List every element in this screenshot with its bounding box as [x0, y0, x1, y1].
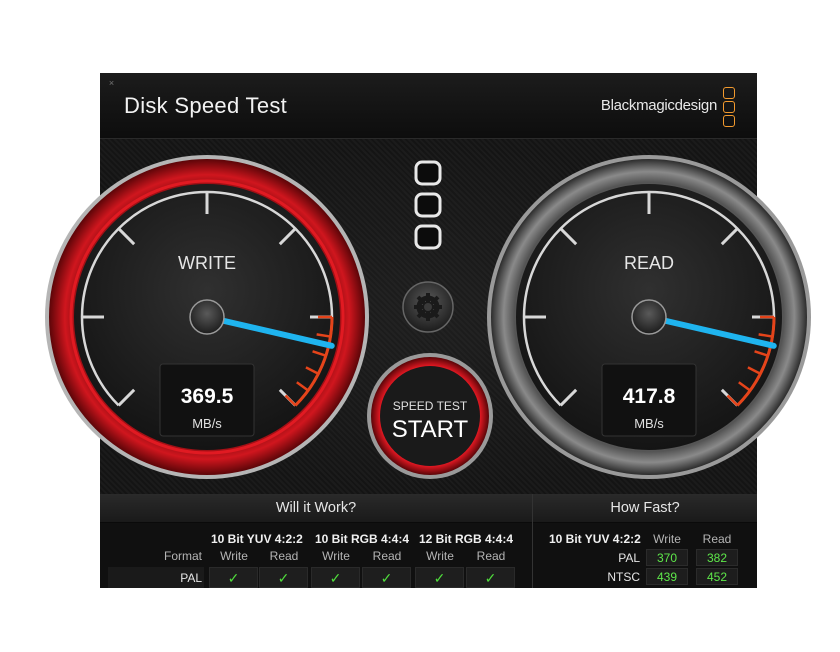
group-header-yuv422: 10 Bit YUV 4:2:2	[549, 532, 641, 546]
sub-header: Read	[702, 532, 732, 546]
write-speed-value: 369.5	[181, 385, 234, 408]
write-gauge: WRITE 369.5 MB/s	[45, 155, 369, 479]
start-button-label: START	[392, 416, 469, 443]
value-pal-read: 382	[696, 549, 738, 566]
how-fast-section: How Fast? 10 Bit YUV 4:2:2 Write Read PA…	[533, 494, 757, 588]
group-header-rgb444-10: 10 Bit RGB 4:4:4	[315, 532, 410, 546]
value-pal-write: 370	[646, 549, 688, 566]
row-label-pal: PAL	[618, 551, 640, 565]
row-label-pal: PAL	[180, 571, 202, 585]
sub-header: Read	[476, 549, 506, 563]
write-speed-unit: MB/s	[192, 416, 222, 431]
sub-header: Write	[426, 549, 454, 563]
value-ntsc-write: 439	[646, 568, 688, 585]
sub-header: Write	[220, 549, 248, 563]
gear-icon	[414, 293, 442, 321]
read-gauge-hub	[631, 299, 667, 335]
value-ntsc-read: 452	[696, 568, 738, 585]
row-label-ntsc: NTSC	[607, 570, 640, 584]
write-gauge-hub	[189, 299, 225, 335]
group-header-yuv422: 10 Bit YUV 4:2:2	[211, 532, 303, 546]
center-logo-icon	[414, 160, 442, 250]
brand-name: Blackmagicdesign	[600, 97, 717, 114]
write-gauge-label: WRITE	[178, 253, 236, 273]
will-it-work-title: Will it Work?	[100, 494, 532, 523]
check-icon: ✓	[311, 567, 360, 588]
check-icon: ✓	[209, 567, 258, 588]
sub-header: Read	[269, 549, 299, 563]
speed-test-start-button[interactable]: SPEED TEST START	[367, 353, 493, 479]
start-button-top-label: SPEED TEST	[393, 399, 468, 413]
group-header-rgb444-12: 12 Bit RGB 4:4:4	[419, 532, 514, 546]
sub-header: Write	[322, 549, 350, 563]
settings-button[interactable]	[402, 281, 454, 333]
check-icon: ✓	[259, 567, 308, 588]
sub-header: Read	[372, 549, 402, 563]
close-button[interactable]: ×	[107, 79, 116, 88]
will-it-work-section: Will it Work? 10 Bit YUV 4:2:2 10 Bit RG…	[100, 494, 532, 588]
read-speed-value: 417.8	[623, 385, 676, 408]
check-icon: ✓	[362, 567, 411, 588]
brand-logo-icon	[723, 87, 735, 127]
sub-header: Write	[653, 532, 681, 546]
check-icon: ✓	[415, 567, 464, 588]
read-gauge: READ 417.8 MB/s	[487, 155, 811, 479]
check-icon: ✓	[466, 567, 515, 588]
format-header: Format	[163, 549, 202, 563]
app-title: Disk Speed Test	[124, 93, 288, 118]
how-fast-title: How Fast?	[533, 494, 757, 523]
title-bar: × Disk Speed Test Blackmagicdesign	[100, 73, 757, 139]
read-gauge-label: READ	[624, 253, 674, 273]
read-speed-unit: MB/s	[634, 416, 664, 431]
